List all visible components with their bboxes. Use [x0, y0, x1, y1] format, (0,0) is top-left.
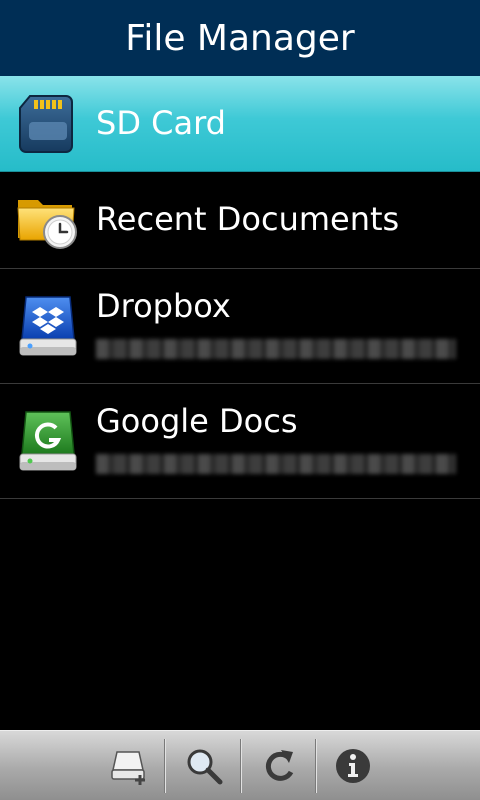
info-button[interactable] — [326, 739, 380, 793]
file-manager-screen: File Manager SD Card Recent Documents Dr… — [0, 0, 480, 800]
list-item-label: Dropbox — [96, 287, 231, 325]
location-list: SD Card Recent Documents Dropbox Google … — [0, 76, 480, 499]
info-icon — [336, 749, 370, 783]
page-title: File Manager — [125, 17, 355, 59]
sd-card-icon — [19, 95, 73, 153]
toolbar-separator — [315, 739, 316, 793]
refresh-button[interactable] — [252, 739, 306, 793]
dropbox-drive-icon — [19, 296, 77, 356]
account-email-redacted — [96, 454, 456, 474]
list-item-recent-documents[interactable]: Recent Documents — [0, 172, 480, 269]
toolbar-separator — [240, 739, 241, 793]
google-docs-drive-icon — [19, 411, 77, 471]
list-item-google-docs[interactable]: Google Docs — [0, 384, 480, 499]
refresh-icon — [265, 750, 294, 781]
account-email-redacted — [96, 339, 456, 359]
list-item-dropbox[interactable]: Dropbox — [0, 269, 480, 384]
search-button[interactable] — [177, 739, 231, 793]
list-item-label: Google Docs — [96, 402, 298, 440]
add-drive-button[interactable] — [102, 739, 156, 793]
bottom-toolbar — [0, 730, 480, 800]
list-item-label: Recent Documents — [96, 200, 400, 238]
toolbar-separator — [164, 739, 165, 793]
add-drive-icon — [111, 751, 145, 785]
folder-clock-icon — [17, 200, 77, 249]
list-item-label: SD Card — [96, 104, 226, 142]
list-item-sd-card[interactable]: SD Card — [0, 76, 480, 172]
title-bar: File Manager — [0, 0, 480, 76]
search-icon — [187, 749, 223, 785]
